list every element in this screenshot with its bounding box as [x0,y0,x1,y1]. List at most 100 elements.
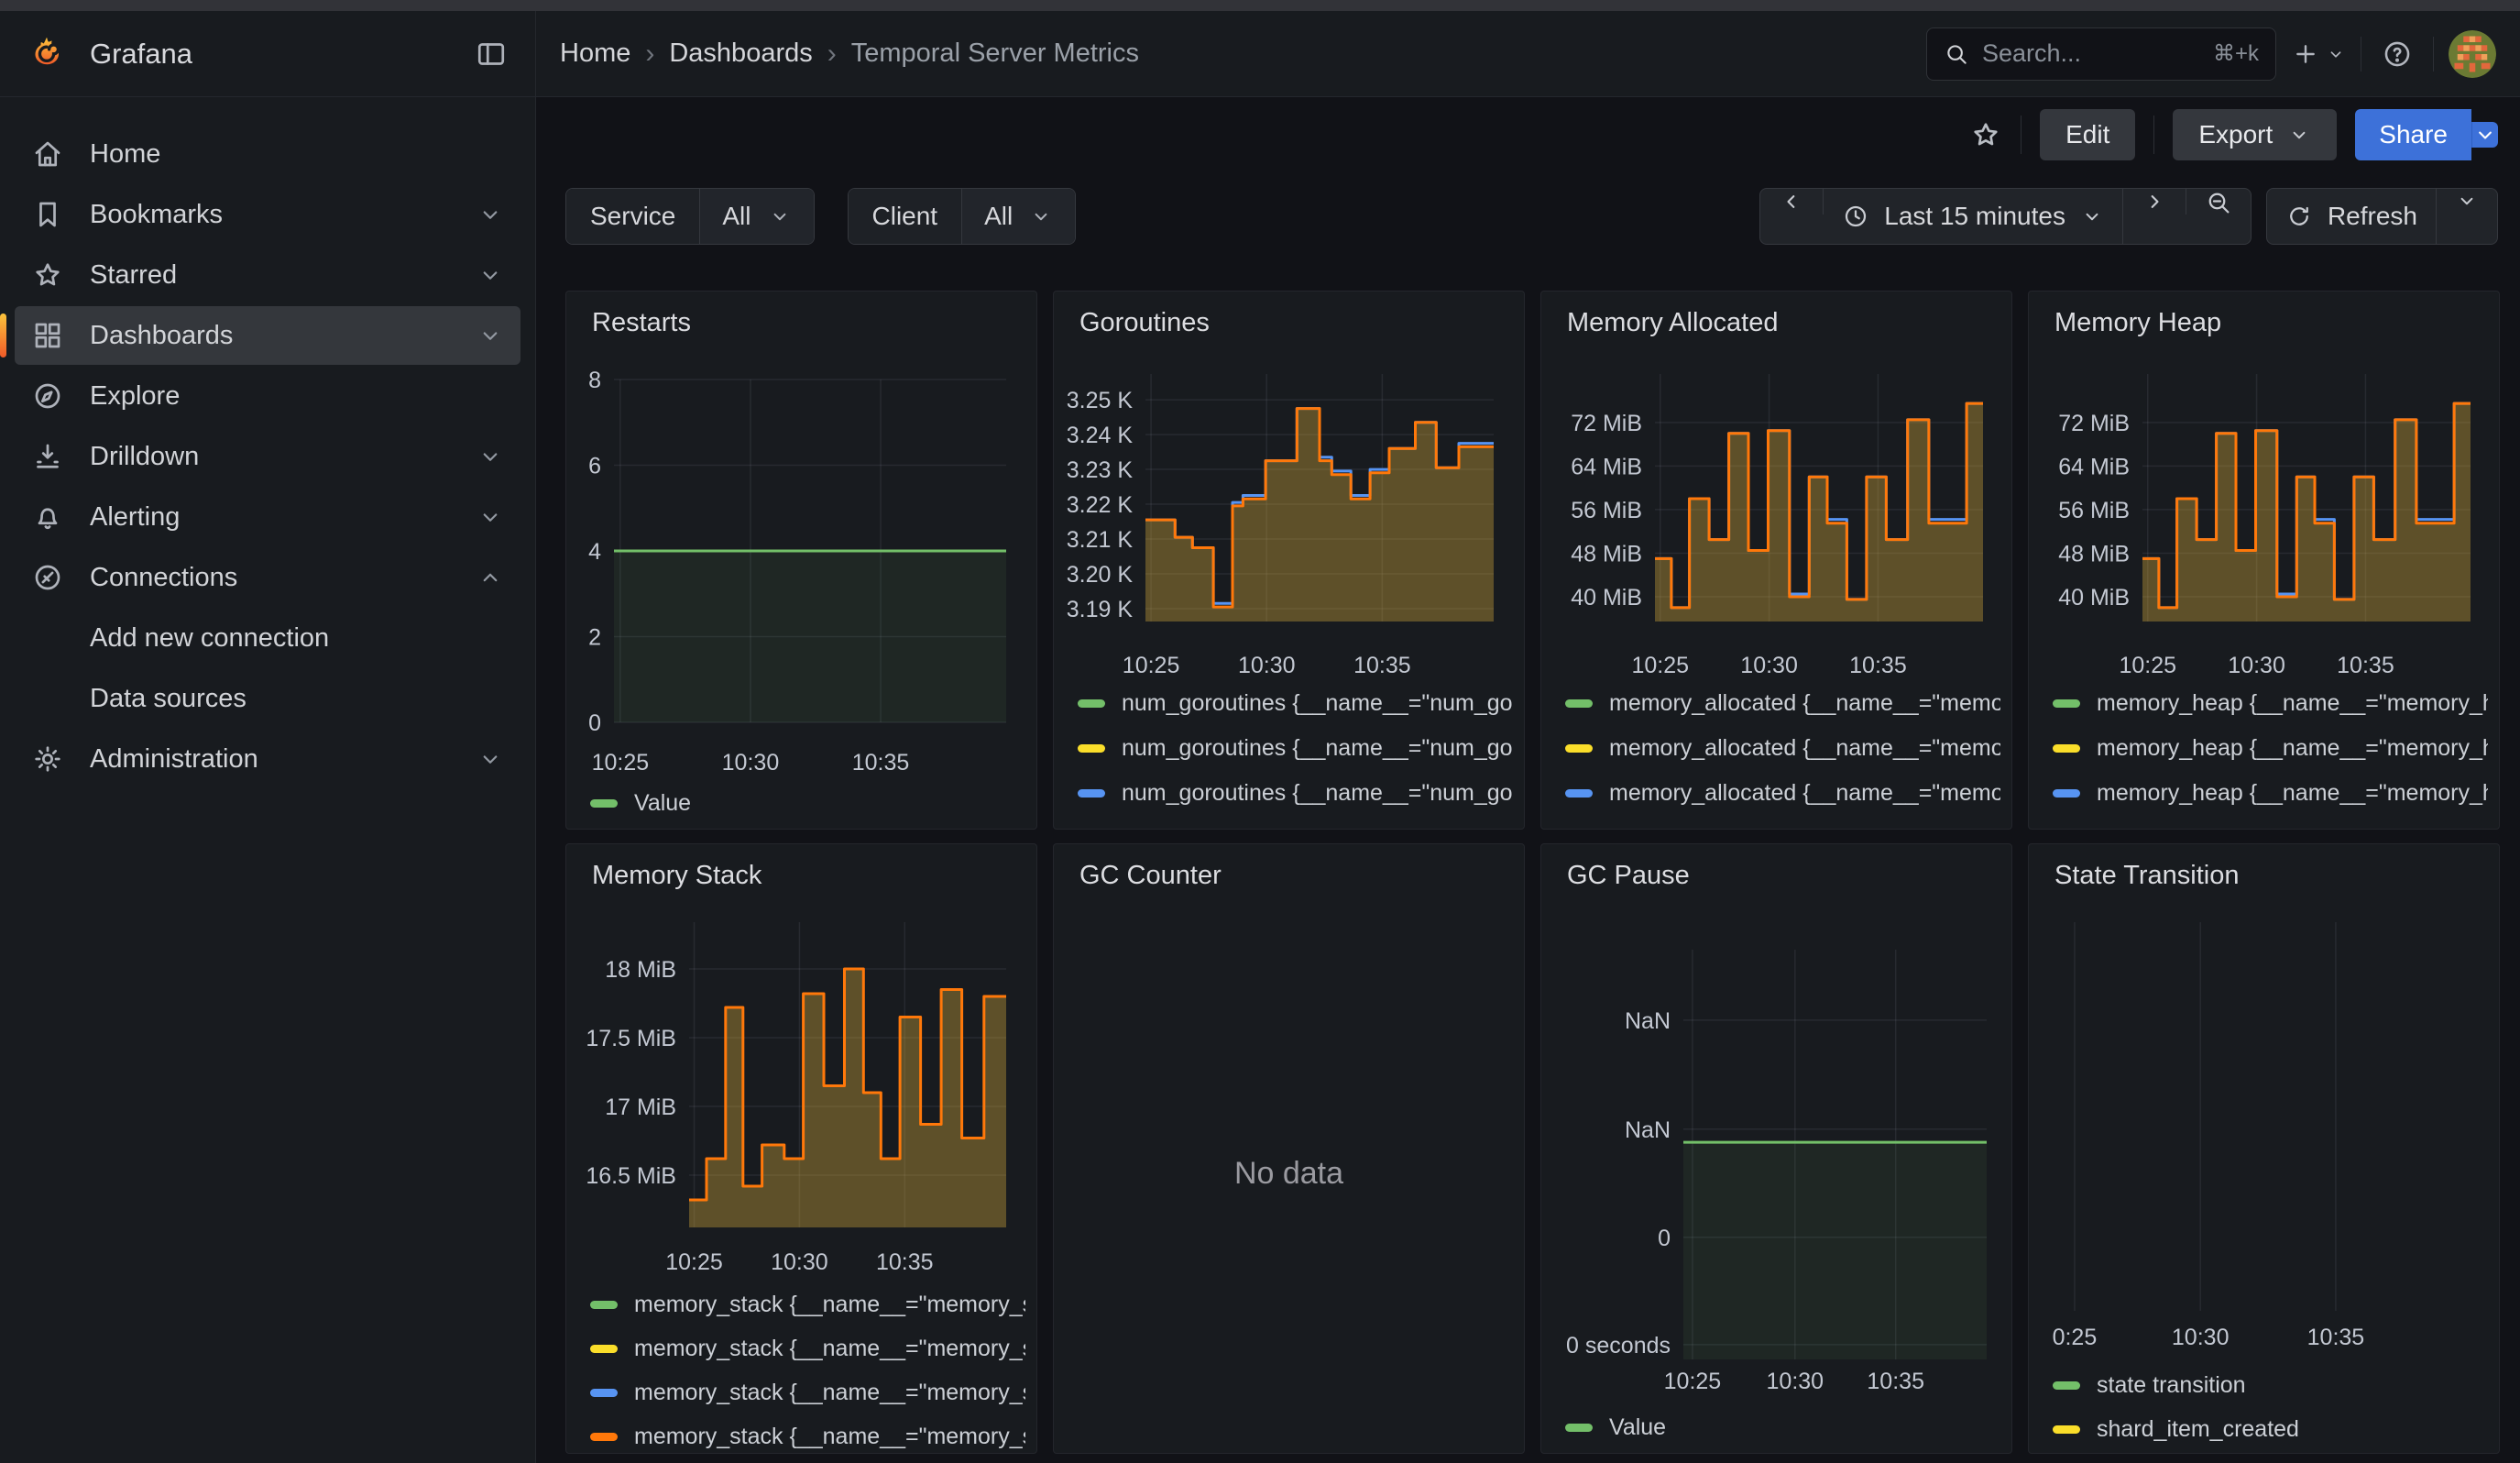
sidebar-item-starred[interactable]: Starred [15,246,520,304]
product-name: Grafana [90,38,192,71]
panel-memory-heap: Memory Heap72 MiB64 MiB56 MiB48 MiB40 Mi… [2028,291,2500,830]
time-forward-button[interactable] [2123,189,2186,214]
svg-text:10:25: 10:25 [1631,653,1689,678]
drilldown-icon [31,440,64,473]
time-back-button[interactable] [1760,189,1824,214]
legend-item[interactable]: memory_allocated {__name__="memo [1565,771,2000,816]
refresh-button[interactable]: Refresh [2267,189,2437,244]
svg-text:10:25: 10:25 [1664,1369,1722,1394]
legend-color-pill [1078,789,1105,798]
svg-text:64 MiB: 64 MiB [1571,454,1642,479]
sidebar-item-home[interactable]: Home [15,125,520,183]
legend-item[interactable]: memory_heap {__name__="memory_h [2053,771,2488,816]
panel-restarts: Restarts8642010:2510:3010:35Value [565,291,1037,830]
header-main: Home › Dashboards › Temporal Server Metr… [536,11,2520,96]
gear-icon [31,742,64,776]
svg-text:0: 0 [1658,1226,1671,1251]
panel-gc-counter: GC CounterNo data [1053,843,1525,1454]
gc-pause-chart[interactable]: NaNNaN00 seconds10:2510:3010:35 [1541,844,2013,1455]
breadcrumb-dashboards[interactable]: Dashboards [669,38,812,69]
legend-item[interactable]: num_goroutines {__name__="num_go [1078,681,1513,726]
share-button-label: Share [2379,120,2448,149]
svg-text:10:30: 10:30 [1740,653,1798,678]
legend-item[interactable]: memory_heap {__name__="memory_h [2053,816,2488,828]
sidebar-item-dashboards[interactable]: Dashboards [15,306,520,365]
share-button[interactable]: Share [2355,109,2471,160]
grid-icon [31,319,64,352]
svg-text:48 MiB: 48 MiB [1571,541,1642,566]
breadcrumb-home[interactable]: Home [560,38,630,69]
svg-text:56 MiB: 56 MiB [2058,498,2130,523]
sidebar-toggle-icon[interactable] [475,38,508,71]
refresh-control: Refresh [2266,188,2498,245]
legend-label: Value [634,790,691,817]
svg-text:10:35: 10:35 [1849,653,1907,678]
edit-button[interactable]: Edit [2040,109,2135,160]
time-range-button[interactable]: Last 15 minutes [1824,189,2123,244]
legend-item[interactable]: memory_allocated {__name__="memo [1565,681,2000,726]
legend-label: num_goroutines {__name__="num_go [1122,780,1513,807]
legend-item[interactable]: num_goroutines {__name__="num_go [1078,816,1513,828]
legend-item[interactable]: memory_stack {__name__="memory_s [590,1370,1025,1414]
sidebar-item-drilldown[interactable]: Drilldown [15,427,520,486]
user-avatar[interactable] [2449,30,2496,78]
legend-item[interactable]: memory_allocated {__name__="memo [1565,816,2000,828]
legend-item[interactable]: Value [1565,1405,2000,1449]
legend-item[interactable]: memory_heap {__name__="memory_h [2053,681,2488,726]
svg-text:10:35: 10:35 [852,750,910,776]
svg-text:10:30: 10:30 [771,1249,828,1275]
svg-text:10:35: 10:35 [2337,653,2394,678]
add-new-button[interactable] [2291,30,2346,78]
sidebar-item-label: Administration [90,744,258,775]
legend-color-pill [2053,1381,2080,1390]
sidebar-item-connections[interactable]: Connections [15,548,520,607]
panel-title[interactable]: GC Counter [1079,861,1222,891]
grafana-logo[interactable] [27,35,66,73]
sidebar-item-label: Bookmarks [90,200,223,230]
svg-text:10:30: 10:30 [722,750,780,776]
sidebar-item-explore[interactable]: Explore [15,367,520,425]
legend-label: memory_heap {__name__="memory_h [2097,780,2488,807]
legend-item[interactable]: shard_item_created [2053,1407,2488,1451]
sidebar-item-administration[interactable]: Administration [15,730,520,788]
legend-item[interactable]: memory_allocated {__name__="memo [1565,726,2000,771]
restarts-chart[interactable]: 8642010:2510:3010:35 [566,292,1038,830]
legend-item[interactable]: num_goroutines {__name__="num_go [1078,771,1513,816]
sidebar-item-data-sources[interactable]: Data sources [15,669,520,728]
sidebar-items: Home Bookmarks StarredDashboardsExploreDri… [0,125,535,788]
svg-text:2: 2 [588,625,601,651]
toolbar-divider [2153,116,2154,154]
legend-item[interactable]: Value [590,783,1025,823]
legend-item[interactable]: memory_stack {__name__="memory_s [590,1414,1025,1458]
legend-label: memory_stack {__name__="memory_s [634,1424,1025,1450]
client-filter[interactable]: Client All [848,188,1077,245]
refresh-button-label: Refresh [2328,202,2417,231]
favorite-star-button[interactable] [1969,118,2002,151]
svg-text:56 MiB: 56 MiB [1571,498,1642,523]
sidebar-item-bookmarks[interactable]: Bookmarks [15,185,520,244]
legend-label: memory_stack {__name__="memory_s [634,1292,1025,1318]
legend-item[interactable]: memory_stack {__name__="memory_s [590,1282,1025,1326]
share-dropdown-button[interactable] [2471,122,2498,148]
legend-item[interactable]: memory_heap {__name__="memory_h [2053,726,2488,771]
svg-text:0 seconds: 0 seconds [1566,1333,1671,1358]
help-button[interactable] [2376,38,2418,70]
legend-label: state transition [2097,1372,2246,1399]
legend-item[interactable]: memory_stack {__name__="memory_s [590,1326,1025,1370]
sidebar-item-label: Data sources [90,684,247,714]
sidebar-item-add-new-connection[interactable]: Add new connection [15,609,520,667]
top-header: Grafana Home › Dashboards › Temporal Ser… [0,11,2520,97]
legend-color-pill [590,799,618,808]
legend-item[interactable]: num_goroutines {__name__="num_go [1078,726,1513,771]
svg-text:10:25: 10:25 [592,750,650,776]
panel-legend: state transition shard_item_created [2053,1363,2488,1451]
search-input[interactable]: Search... ⌘+k [1926,28,2276,81]
zoom-out-button[interactable] [2186,189,2251,216]
service-filter[interactable]: Service All [565,188,815,245]
refresh-interval-dropdown[interactable] [2437,189,2497,213]
legend-label: num_goroutines {__name__="num_go [1122,825,1513,828]
legend-item[interactable]: state transition [2053,1363,2488,1407]
export-button[interactable]: Export [2173,109,2337,160]
compass-icon [31,380,64,412]
sidebar-item-alerting[interactable]: Alerting [15,488,520,546]
